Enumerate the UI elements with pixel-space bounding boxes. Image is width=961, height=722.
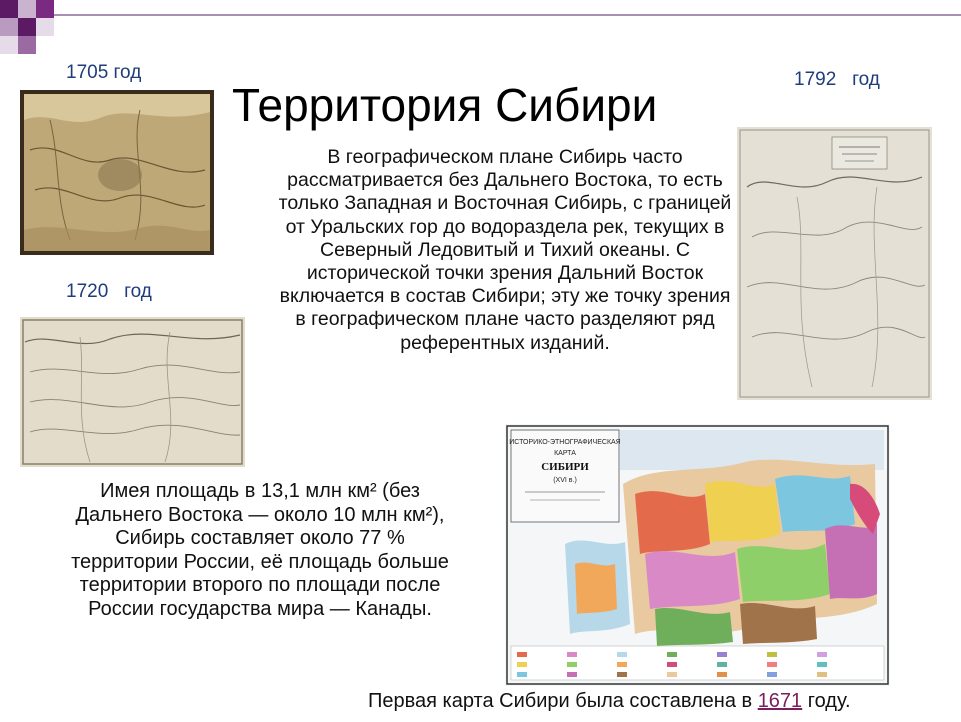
year-label-1792: 1792 год <box>794 69 880 90</box>
decor-square <box>18 36 36 54</box>
year-label-1705: 1705 год <box>66 62 142 83</box>
map-1792-image <box>737 127 932 400</box>
map-1720-image <box>20 317 245 467</box>
decor-square <box>36 18 54 36</box>
area-description-text: Имея площадь в 13,1 млн км² (без Дальнег… <box>71 480 449 620</box>
decor-square <box>0 0 18 18</box>
slide-title: Территория Сибири <box>232 79 658 131</box>
ethno-map-header-3: СИБИРИ <box>541 461 589 473</box>
decor-square <box>0 36 18 54</box>
ethno-map-header-1: ИСТОРИКО-ЭТНОГРАФИЧЕСКАЯ <box>509 439 621 446</box>
ethnographic-map-image: ИСТОРИКО-ЭТНОГРАФИЧЕСКАЯ КАРТА СИБИРИ (X… <box>505 424 890 686</box>
decor-square <box>18 18 36 36</box>
decor-square <box>36 0 54 18</box>
year-1671-link[interactable]: 1671 <box>758 690 803 712</box>
geography-description-text: В географическом плане Сибирь часто расс… <box>278 146 732 354</box>
caption-suffix: году. <box>802 690 851 712</box>
first-map-caption: Первая карта Сибири была составлена в 16… <box>368 690 851 713</box>
map-1705-image <box>20 90 214 255</box>
caption-prefix: Первая карта Сибири была составлена в <box>368 690 758 712</box>
ethno-map-header-4: (XVI в.) <box>553 477 577 484</box>
header-divider-line <box>20 14 961 16</box>
ethno-map-header-2: КАРТА <box>554 450 576 457</box>
decor-square <box>0 18 18 36</box>
decor-square <box>18 0 36 18</box>
year-label-1720: 1720 год <box>66 281 152 302</box>
